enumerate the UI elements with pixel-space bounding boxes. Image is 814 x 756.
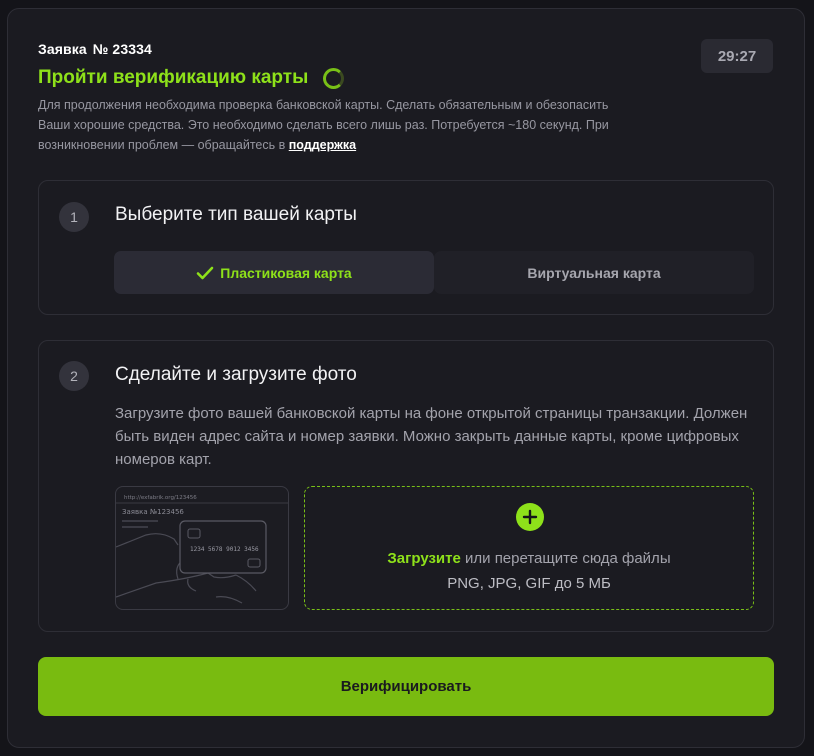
order-number: Заявка № 23334 xyxy=(38,41,152,57)
step-title: Сделайте и загрузите фото xyxy=(115,364,357,385)
virtual-card-option[interactable]: Виртуальная карта xyxy=(434,251,754,294)
spinner-icon xyxy=(323,67,345,89)
title-row: Пройти верификацию карты xyxy=(38,67,345,89)
description: Для продолжения необходима проверка банк… xyxy=(38,95,638,155)
dropzone-text: Загрузите или перетащите сюда файлы xyxy=(305,550,753,567)
step-title: Выберите тип вашей карты xyxy=(115,204,357,225)
sample-illustration: http://exfabrik.org/123456 Заявка №12345… xyxy=(116,495,288,604)
countdown-timer: 29:27 xyxy=(701,39,773,73)
dropzone-formats: PNG, JPG, GIF до 5 МБ xyxy=(447,575,611,592)
sample-photo: http://exfabrik.org/123456 Заявка №12345… xyxy=(115,486,289,610)
upload-dropzone[interactable]: Загрузите или перетащите сюда файлы PNG,… xyxy=(304,486,754,610)
sample-order: Заявка №123456 xyxy=(122,508,184,516)
sample-url: http://exfabrik.org/123456 xyxy=(124,495,197,501)
card-type-selector: Пластиковая карта Виртуальная карта xyxy=(114,251,754,294)
plastic-card-label: Пластиковая карта xyxy=(220,264,352,281)
upload-instructions: Загрузите фото вашей банковской карты на… xyxy=(115,405,748,468)
upload-link[interactable]: Загрузите xyxy=(387,550,460,567)
plus-icon[interactable] xyxy=(516,503,544,531)
step-number: 1 xyxy=(59,202,89,232)
step-number: 2 xyxy=(59,361,89,391)
order-number-value: № 23334 xyxy=(92,41,152,57)
dropzone-hint: или перетащите сюда файлы xyxy=(460,550,671,567)
page-title: Пройти верификацию карты xyxy=(38,67,309,88)
sample-card-number: 1234 5678 9012 3456 xyxy=(190,546,259,553)
step-card-upload: 2 Сделайте и загрузите фото Загрузите фо… xyxy=(38,340,774,632)
support-link[interactable]: поддержка xyxy=(289,138,356,152)
step-card-type: 1 Выберите тип вашей карты Пластиковая к… xyxy=(38,180,774,315)
virtual-card-label: Виртуальная карта xyxy=(527,264,661,281)
check-icon xyxy=(196,266,214,279)
verify-button[interactable]: Верифицировать xyxy=(38,657,774,716)
verification-panel: Заявка № 23334 29:27 Пройти верификацию к… xyxy=(7,8,805,748)
plastic-card-option[interactable]: Пластиковая карта xyxy=(114,251,434,294)
order-label: Заявка xyxy=(38,41,87,57)
